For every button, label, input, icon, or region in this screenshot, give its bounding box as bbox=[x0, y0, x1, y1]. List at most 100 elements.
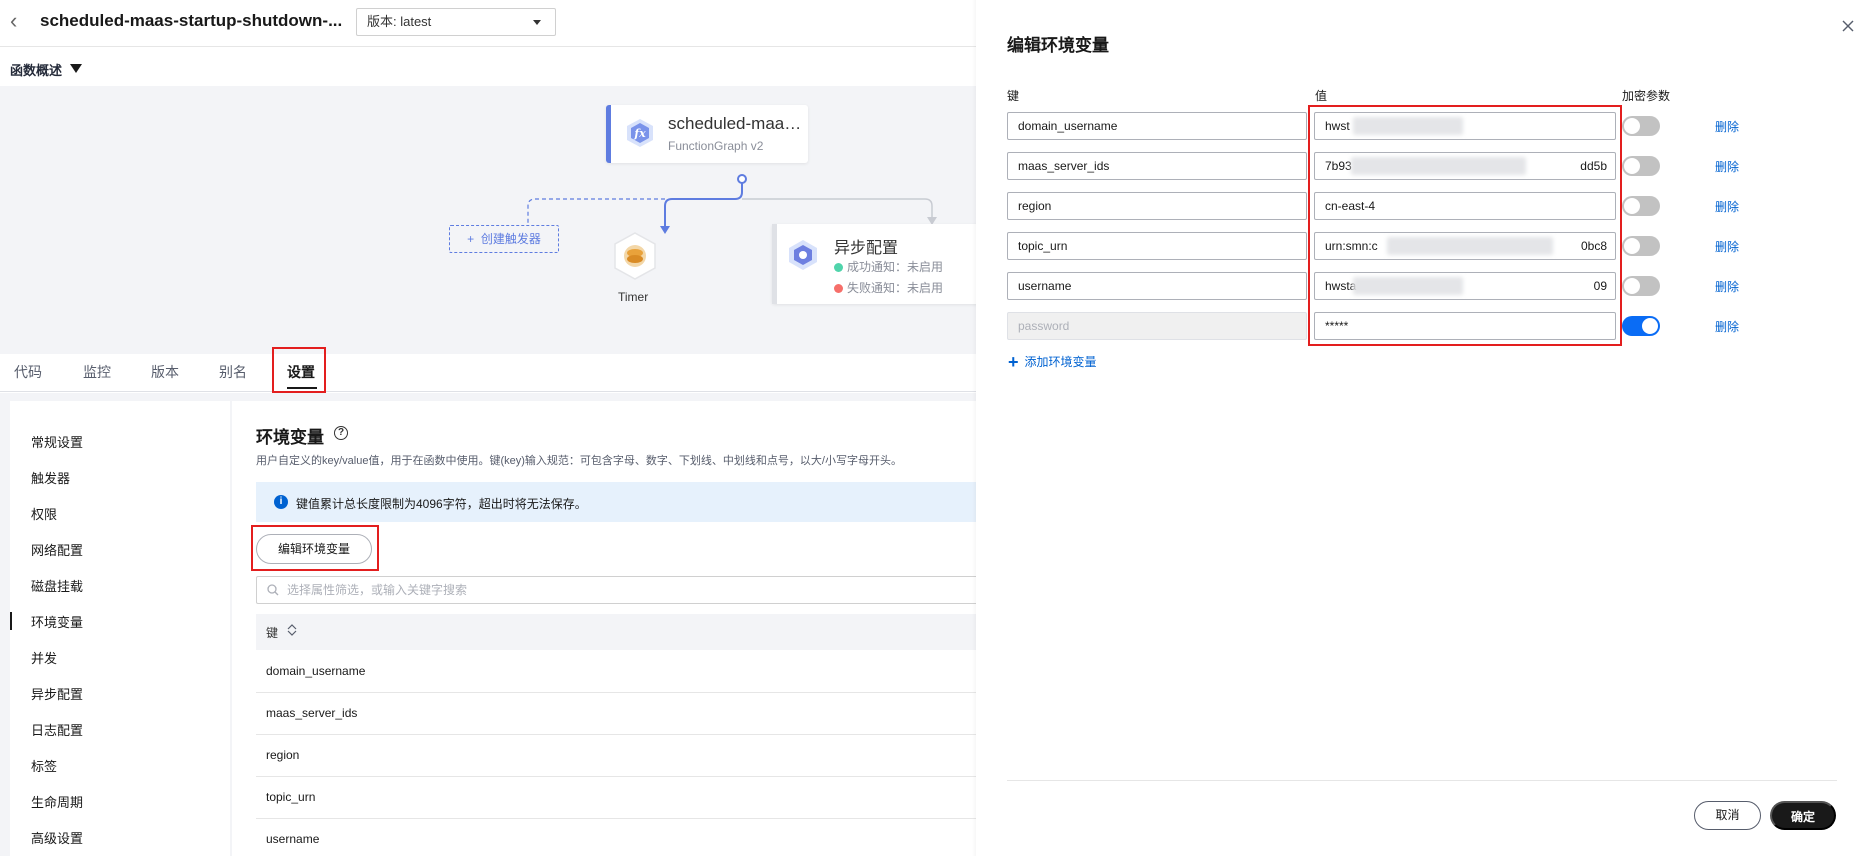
overview-bar: 函数概述 bbox=[0, 48, 980, 86]
info-icon: i bbox=[274, 495, 288, 509]
column-header-key: 键 bbox=[266, 626, 279, 640]
function-node-type: FunctionGraph v2 bbox=[668, 139, 764, 153]
svg-text:fx: fx bbox=[633, 127, 646, 140]
function-tabs: 代码 监控 版本 别名 设置 bbox=[0, 354, 980, 392]
toggle-knob bbox=[1642, 318, 1658, 334]
version-select-value: 版本: latest bbox=[367, 14, 432, 29]
table-row: maas_server_ids bbox=[256, 693, 980, 735]
add-env-var-label: 添加环境变量 bbox=[1024, 355, 1097, 369]
async-config-node[interactable]: 异步配置 成功通知：未启用 失败通知：未启用 bbox=[772, 224, 982, 304]
highlight-box-values bbox=[1308, 105, 1622, 346]
async-config-icon bbox=[789, 240, 817, 270]
top-header: ‹ scheduled-maas-startup-shutdown-... 版本… bbox=[0, 0, 980, 47]
sidebar-item-concurrency[interactable]: 并发 bbox=[31, 648, 57, 667]
sidebar-item-general[interactable]: 常规设置 bbox=[31, 432, 83, 451]
failure-notify-text: 失败通知：未启用 bbox=[847, 281, 944, 295]
success-notify-status: 成功通知：未启用 bbox=[834, 258, 943, 275]
confirm-button[interactable]: 确定 bbox=[1770, 801, 1836, 830]
tab-alias[interactable]: 别名 bbox=[219, 362, 247, 382]
highlight-box-edit-button bbox=[251, 525, 379, 571]
info-alert: i 键值累计总长度限制为4096字符，超出时将无法保存。 bbox=[256, 482, 980, 522]
sidebar-item-async[interactable]: 异步配置 bbox=[31, 684, 83, 703]
table-cell-key: topic_urn bbox=[266, 790, 316, 804]
search-icon bbox=[267, 584, 279, 596]
timer-label: Timer bbox=[618, 290, 649, 304]
fx-function-icon: fx bbox=[627, 119, 653, 147]
delete-env-var-link[interactable]: 删除 bbox=[1715, 118, 1739, 135]
encrypt-toggle[interactable] bbox=[1622, 116, 1660, 136]
encrypt-toggle[interactable] bbox=[1622, 276, 1660, 296]
encrypt-toggle[interactable] bbox=[1622, 196, 1660, 216]
tab-version[interactable]: 版本 bbox=[151, 362, 179, 382]
sidebar-item-advanced[interactable]: 高级设置 bbox=[31, 828, 83, 847]
settings-sidebar: 常规设置 触发器 权限 网络配置 磁盘挂载 环境变量 并发 异步配置 日志配置 … bbox=[10, 401, 230, 856]
sidebar-item-network[interactable]: 网络配置 bbox=[31, 540, 83, 559]
sort-icon[interactable] bbox=[286, 623, 298, 637]
function-title: scheduled-maas-startup-shutdown-... bbox=[40, 11, 343, 30]
delete-env-var-link[interactable]: 删除 bbox=[1715, 198, 1739, 215]
delete-env-var-link[interactable]: 删除 bbox=[1715, 238, 1739, 255]
sidebar-item-permissions[interactable]: 权限 bbox=[31, 504, 57, 523]
failure-notify-status: 失败通知：未启用 bbox=[834, 279, 943, 296]
table-row: domain_username bbox=[256, 651, 980, 693]
toggle-knob bbox=[1624, 158, 1640, 174]
encrypt-toggle[interactable] bbox=[1622, 156, 1660, 176]
toggle-knob bbox=[1624, 278, 1640, 294]
env-key-input[interactable]: domain_username bbox=[1007, 112, 1307, 140]
env-section-title: 环境变量 bbox=[256, 428, 324, 447]
column-label-value: 值 bbox=[1315, 89, 1328, 103]
diagram-connectors bbox=[527, 174, 937, 234]
async-config-title: 异步配置 bbox=[834, 240, 899, 257]
timer-trigger-icon[interactable] bbox=[610, 231, 660, 281]
tab-monitor[interactable]: 监控 bbox=[83, 362, 111, 382]
encrypt-toggle[interactable] bbox=[1622, 236, 1660, 256]
table-cell-key: maas_server_ids bbox=[266, 706, 358, 720]
back-arrow-icon[interactable]: ‹ bbox=[10, 10, 28, 32]
overview-toggle-label[interactable]: 函数概述 bbox=[10, 60, 62, 79]
env-key-input: password bbox=[1007, 312, 1307, 340]
caret-down-icon[interactable] bbox=[70, 64, 82, 73]
success-dot-icon bbox=[834, 263, 843, 272]
search-placeholder: 选择属性筛选，或输入关键字搜索 bbox=[287, 583, 468, 597]
tab-code[interactable]: 代码 bbox=[14, 362, 42, 382]
search-input[interactable]: 选择属性筛选，或输入关键字搜索 bbox=[256, 576, 980, 604]
encrypt-toggle[interactable] bbox=[1622, 316, 1660, 336]
toggle-knob bbox=[1624, 118, 1640, 134]
node-accent-bar bbox=[606, 105, 611, 163]
sidebar-item-lifecycle[interactable]: 生命周期 bbox=[31, 792, 83, 811]
function-node[interactable]: fx scheduled-maas... FunctionGraph v2 bbox=[606, 105, 808, 163]
drawer-footer-divider bbox=[1007, 780, 1837, 781]
env-key-input[interactable]: username bbox=[1007, 272, 1307, 300]
highlight-box-settings-tab bbox=[272, 347, 326, 393]
sidebar-item-env-vars[interactable]: 环境变量 bbox=[31, 612, 83, 631]
help-icon[interactable]: ? bbox=[334, 426, 348, 440]
delete-env-var-link[interactable]: 删除 bbox=[1715, 318, 1739, 335]
table-row: username bbox=[256, 819, 980, 856]
table-row: topic_urn bbox=[256, 777, 980, 819]
plus-icon: + bbox=[1008, 352, 1019, 372]
add-env-var-link[interactable]: + 添加环境变量 bbox=[1008, 352, 1097, 373]
close-icon[interactable] bbox=[1840, 18, 1856, 34]
sidebar-item-triggers[interactable]: 触发器 bbox=[31, 468, 70, 487]
delete-env-var-link[interactable]: 删除 bbox=[1715, 158, 1739, 175]
chevron-down-icon bbox=[533, 20, 541, 25]
delete-env-var-link[interactable]: 删除 bbox=[1715, 278, 1739, 295]
table-cell-key: username bbox=[266, 832, 320, 846]
sidebar-item-disk-mount[interactable]: 磁盘挂载 bbox=[31, 576, 83, 595]
create-trigger-label: 创建触发器 bbox=[480, 232, 541, 246]
toggle-knob bbox=[1624, 238, 1640, 254]
column-label-key: 键 bbox=[1007, 89, 1020, 103]
failure-dot-icon bbox=[834, 284, 843, 293]
env-key-input[interactable]: topic_urn bbox=[1007, 232, 1307, 260]
env-key-input[interactable]: region bbox=[1007, 192, 1307, 220]
sidebar-item-logging[interactable]: 日志配置 bbox=[31, 720, 83, 739]
column-label-encrypt: 加密参数 bbox=[1622, 89, 1671, 103]
table-cell-key: domain_username bbox=[266, 664, 366, 678]
node-accent-bar bbox=[772, 224, 777, 304]
sidebar-item-tags[interactable]: 标签 bbox=[31, 756, 57, 775]
env-section-description: 用户自定义的key/value值，用于在函数中使用。键(key)输入规范：可包含… bbox=[256, 455, 902, 467]
create-trigger-button[interactable]: + 创建触发器 bbox=[449, 225, 559, 253]
version-select[interactable]: 版本: latest bbox=[356, 8, 556, 36]
env-key-input[interactable]: maas_server_ids bbox=[1007, 152, 1307, 180]
cancel-button[interactable]: 取消 bbox=[1694, 801, 1761, 830]
